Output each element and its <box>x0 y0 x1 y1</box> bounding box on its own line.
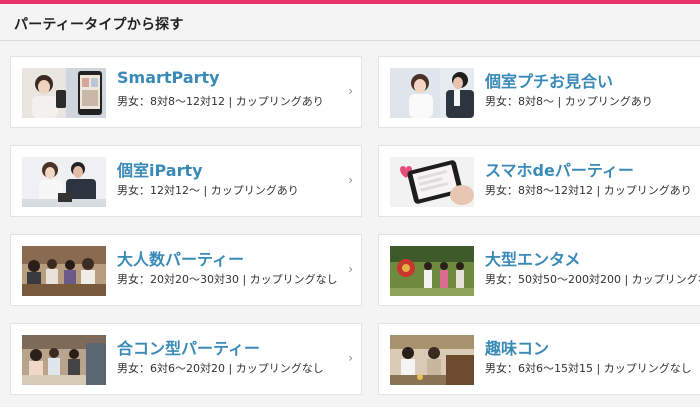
party-type-grid: SmartParty 男女：8対8～12対12 | カップリングあり › 個室プ… <box>0 41 700 407</box>
card-title: 個室iParty <box>117 161 203 180</box>
party-type-card-private-omiai[interactable]: 個室プチお見合い 男女：8対8～ | カップリングあり › <box>378 56 700 128</box>
party-type-card-hobby[interactable]: 趣味コン 男女：6対6～15対15 | カップリングなし › <box>378 323 700 395</box>
chevron-right-icon: › <box>348 351 353 365</box>
card-description: 男女：8対8～12対12 | カップリングあり <box>117 95 324 108</box>
card-title: SmartParty <box>117 68 220 87</box>
section-header: パーティータイプから探す <box>0 4 700 41</box>
section-title: パーティータイプから探す <box>14 17 184 33</box>
smartphone-heart-photo-icon <box>390 157 474 207</box>
party-type-card-private-iparty[interactable]: 個室iParty 男女：12対12～ | カップリングあり › <box>10 145 362 217</box>
party-type-card-large-party[interactable]: 大人数パーティー 男女：20対20～30対30 | カップリングなし › <box>10 234 362 306</box>
entertainment-photo-icon <box>390 246 474 296</box>
card-description: 男女：6対6～20対20 | カップリングなし <box>117 362 324 375</box>
card-title: 趣味コン <box>485 339 550 358</box>
party-type-card-big-entertainment[interactable]: 大型エンタメ 男女：50対50～200対200 | カップリングなし › <box>378 234 700 306</box>
party-type-card-smartphone-party[interactable]: スマホdeパーティー 男女：8対8～12対12 | カップリングあり › <box>378 145 700 217</box>
smartphone-party-photo-icon <box>22 68 106 118</box>
chevron-right-icon: › <box>348 173 353 187</box>
card-title: 個室プチお見合い <box>485 72 614 91</box>
chevron-right-icon: › <box>348 84 353 98</box>
card-description: 男女：12対12～ | カップリングあり <box>117 184 299 197</box>
card-title: 大人数パーティー <box>117 250 245 269</box>
card-title: 合コン型パーティー <box>117 339 261 358</box>
hobby-party-photo-icon <box>390 335 474 385</box>
private-room-ipad-photo-icon <box>22 157 106 207</box>
card-title: 大型エンタメ <box>485 250 581 269</box>
group-dating-photo-icon <box>22 335 106 385</box>
card-description: 男女：8対8～ | カップリングあり <box>485 95 653 108</box>
private-room-photo-icon <box>390 68 474 118</box>
large-party-photo-icon <box>22 246 106 296</box>
card-description: 男女：20対20～30対30 | カップリングなし <box>117 273 338 286</box>
card-description: 男女：6対6～15対15 | カップリングなし <box>485 362 692 375</box>
party-type-card-goukon[interactable]: 合コン型パーティー 男女：6対6～20対20 | カップリングなし › <box>10 323 362 395</box>
party-type-card-smartparty[interactable]: SmartParty 男女：8対8～12対12 | カップリングあり › <box>10 56 362 128</box>
card-title: スマホdeパーティー <box>485 161 634 180</box>
chevron-right-icon: › <box>348 262 353 276</box>
card-description: 男女：50対50～200対200 | カップリングなし <box>485 273 700 286</box>
card-description: 男女：8対8～12対12 | カップリングあり <box>485 184 692 197</box>
